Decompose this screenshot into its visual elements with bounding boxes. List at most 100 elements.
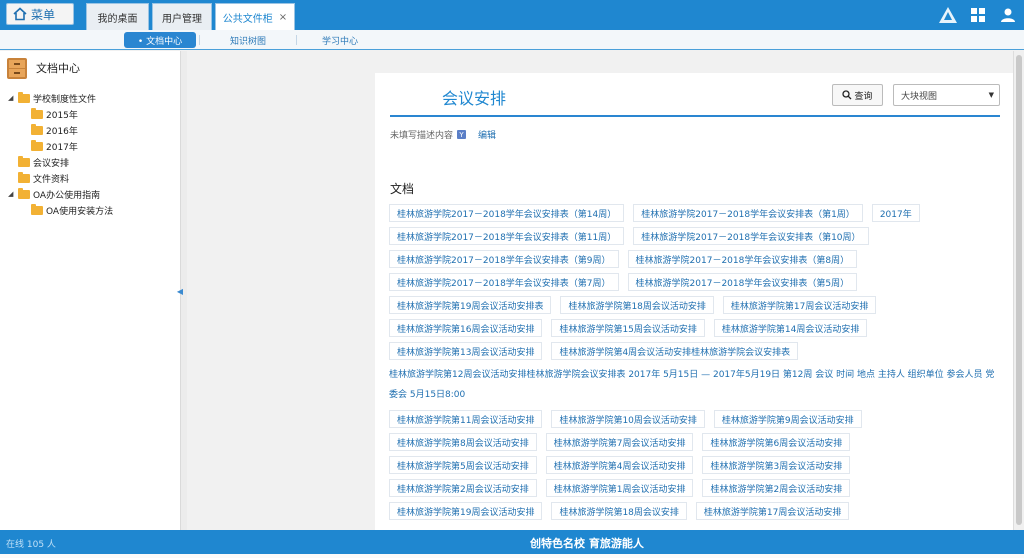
announcement-icon[interactable] [938, 5, 958, 25]
folder-icon [18, 171, 30, 183]
footer-slogan: 创特色名校 育旅游能人 [530, 537, 644, 550]
tree-node-school-regulations[interactable]: ◢ 学校制度性文件 [8, 91, 96, 105]
document-link[interactable]: 桂林旅游学院第11周会议活动安排 [389, 410, 543, 428]
document-link[interactable]: 桂林旅游学院第9周会议活动安排 [713, 410, 862, 428]
document-link[interactable]: 桂林旅游学院第17周会议活动安排 [722, 296, 877, 314]
document-link[interactable]: 桂林旅游学院第4周会议活动安排 [545, 456, 694, 474]
document-link[interactable]: 桂林旅游学院2017－2018学年会议安排表（第9周） [389, 250, 619, 268]
query-button[interactable]: 查询 [832, 84, 883, 106]
document-link[interactable]: 2017年 [871, 204, 920, 222]
tab-label: 我的桌面 [97, 13, 138, 25]
tree-node-meeting-schedule[interactable]: 会议安排 [18, 155, 69, 169]
tree-node-label: OA办公使用指南 [33, 190, 101, 201]
folder-icon [31, 107, 43, 119]
document-link[interactable]: 桂林旅游学院第3周会议活动安排 [702, 456, 851, 474]
document-link[interactable]: 桂林旅游学院2017－2018学年会议安排表（第11周） [389, 227, 625, 245]
tree-node-label: OA使用安装方法 [46, 206, 114, 217]
document-link[interactable]: 桂林旅游学院2017－2018学年会议安排表（第5周） [627, 273, 858, 291]
document-link[interactable]: 桂林旅游学院第6周会议活动安排 [702, 433, 851, 451]
tree-node-label: 学校制度性文件 [33, 94, 97, 105]
tree-node-label: 2017年 [46, 142, 78, 153]
collapse-arrow-icon[interactable]: ◀ [177, 285, 183, 297]
tree-node-oa-guide[interactable]: ◢ OA办公使用指南 [8, 187, 100, 201]
expanded-triangle-icon[interactable]: ◢ [8, 94, 15, 102]
folder-icon [18, 187, 30, 199]
document-link[interactable]: 桂林旅游学院第1周会议活动安排 [545, 479, 694, 497]
document-list: 桂林旅游学院2017－2018学年会议安排表（第14周） 桂林旅游学院2017－2… [389, 204, 1001, 520]
sidebar: 文档中心 ◢ 学校制度性文件 2015年 2016年 2017年 会议安排 文件… [0, 51, 181, 530]
sidebar-header: 文档中心 [0, 51, 180, 85]
subnav-label: • 文档中心 [137, 36, 183, 47]
vertical-scrollbar[interactable] [1013, 51, 1024, 530]
query-label: 查询 [854, 91, 873, 102]
document-link[interactable]: 桂林旅游学院第19周会议活动安排 [389, 502, 543, 520]
document-link[interactable]: 桂林旅游学院第12周会议活动安排桂林旅游学院会议安排表 2017年 5月15日 … [389, 365, 1001, 405]
tree-node-documents[interactable]: 文件资料 [18, 171, 69, 185]
menu-label: 菜单 [31, 7, 56, 22]
description-row: 未填写描述内容 Y 编辑 [390, 128, 496, 141]
sidebar-title: 文档中心 [36, 62, 80, 75]
edit-link[interactable]: 编辑 [478, 128, 496, 141]
main-area: 会议安排 查询 大块视图 ▼ 未填写描述内容 Y 编辑 文档 桂林旅游学院201… [188, 51, 1024, 530]
subnav-divider [296, 35, 297, 45]
document-link[interactable]: 桂林旅游学院2017－2018学年会议安排表（第7周） [389, 273, 619, 291]
menu-button[interactable]: 菜单 [6, 3, 74, 25]
folder-icon [18, 155, 30, 167]
close-icon[interactable]: × [279, 12, 287, 23]
document-link[interactable]: 桂林旅游学院第18周会议活动安排 [560, 296, 714, 314]
document-link[interactable]: 桂林旅游学院2017－2018学年会议安排表（第10周） [633, 227, 869, 245]
tab-label: 用户管理 [162, 13, 202, 25]
subnav-knowledge-tree[interactable]: 知识树图 [216, 32, 280, 48]
grid-icon[interactable] [968, 5, 988, 25]
tab-public-file-cabinet[interactable]: 公共文件柜 × [215, 3, 295, 30]
view-mode-value: 大块视图 [901, 91, 938, 102]
tree-node-label: 文件资料 [33, 174, 70, 185]
top-icons [938, 5, 1018, 25]
subnav-label: 学习中心 [321, 36, 358, 47]
document-link[interactable]: 桂林旅游学院第4周会议活动安排桂林旅游学院会议安排表 [551, 342, 799, 360]
sub-navigation: • 文档中心 知识树图 学习中心 [0, 30, 1024, 50]
folder-icon [31, 203, 43, 215]
document-link[interactable]: 桂林旅游学院第13周会议活动安排 [389, 342, 543, 360]
help-icon[interactable]: Y [457, 130, 467, 139]
document-link[interactable]: 桂林旅游学院2017－2018学年会议安排表（第8周） [627, 250, 858, 268]
scrollbar-thumb[interactable] [1016, 55, 1022, 525]
home-icon [13, 7, 27, 21]
document-link[interactable]: 桂林旅游学院第7周会议活动安排 [545, 433, 694, 451]
bottom-strip [0, 554, 1024, 558]
document-link[interactable]: 桂林旅游学院第18周会议安排 [551, 502, 687, 520]
tree-node-2016[interactable]: 2016年 [31, 123, 78, 137]
tree-node-oa-install[interactable]: OA使用安装方法 [31, 203, 113, 217]
tab-my-desktop[interactable]: 我的桌面 [86, 3, 149, 30]
subnav-label: 知识树图 [229, 36, 266, 47]
document-link[interactable]: 桂林旅游学院第10周会议活动安排 [551, 410, 705, 428]
tree-node-2017[interactable]: 2017年 [31, 139, 78, 153]
document-link[interactable]: 桂林旅游学院第17周会议活动安排 [695, 502, 850, 520]
subnav-document-center[interactable]: • 文档中心 [124, 32, 196, 48]
folder-icon [31, 123, 43, 135]
document-link[interactable]: 桂林旅游学院第2周会议活动安排 [702, 479, 851, 497]
tree-node-2015[interactable]: 2015年 [31, 107, 78, 121]
subnav-learning-center[interactable]: 学习中心 [308, 32, 372, 48]
tree-node-label: 2015年 [46, 110, 78, 121]
document-link[interactable]: 桂林旅游学院第5周会议活动安排 [389, 456, 537, 474]
document-link[interactable]: 桂林旅游学院2017－2018学年会议安排表（第1周） [633, 204, 863, 222]
footer: 在线 105 人 创特色名校 育旅游能人 [0, 530, 1024, 554]
document-link[interactable]: 桂林旅游学院第15周会议活动安排 [551, 319, 705, 337]
user-icon[interactable] [998, 5, 1018, 25]
title-divider [390, 115, 1000, 117]
document-link[interactable]: 桂林旅游学院第2周会议活动安排 [389, 479, 537, 497]
content-card: 会议安排 查询 大块视图 ▼ 未填写描述内容 Y 编辑 文档 桂林旅游学院201… [375, 73, 1013, 530]
tab-label: 公共文件柜 [222, 13, 273, 25]
dropdown-arrow-icon: ▼ [988, 91, 994, 99]
document-link[interactable]: 桂林旅游学院第16周会议活动安排 [389, 319, 543, 337]
document-link[interactable]: 桂林旅游学院第19周会议活动安排表 [389, 296, 552, 314]
expanded-triangle-icon[interactable]: ◢ [8, 190, 15, 198]
tab-user-management[interactable]: 用户管理 [152, 3, 212, 30]
page-title: 会议安排 [442, 89, 507, 108]
document-link[interactable]: 桂林旅游学院第14周会议活动安排 [713, 319, 868, 337]
view-mode-select[interactable]: 大块视图 ▼ [893, 84, 1000, 106]
description-text: 未填写描述内容 [390, 131, 454, 141]
document-link[interactable]: 桂林旅游学院2017－2018学年会议安排表（第14周） [389, 204, 625, 222]
document-link[interactable]: 桂林旅游学院第8周会议活动安排 [389, 433, 537, 451]
